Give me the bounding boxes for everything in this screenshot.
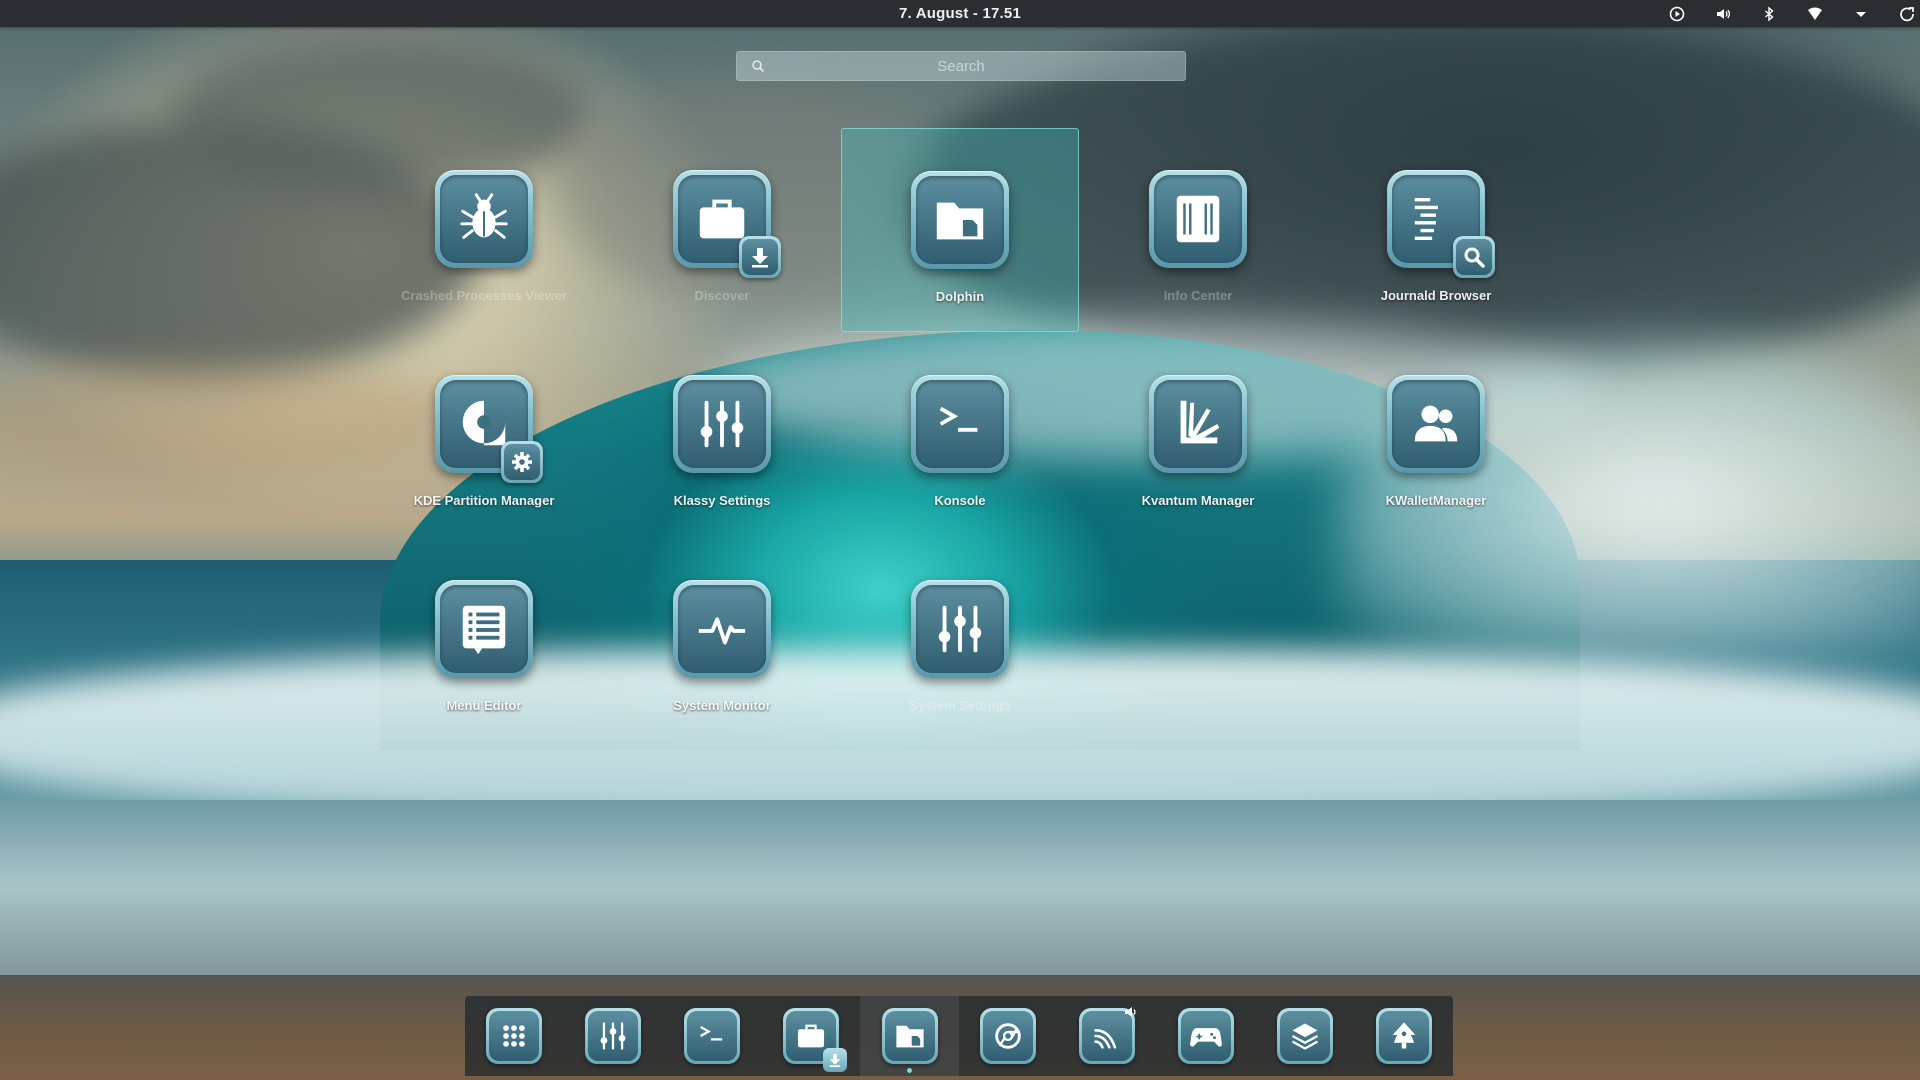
sliders-icon bbox=[585, 1008, 642, 1064]
power-icon[interactable] bbox=[1893, 0, 1920, 27]
app-label: System Monitor bbox=[673, 698, 771, 713]
app-item-konsole[interactable]: Konsole bbox=[841, 333, 1079, 537]
app-icon-tile bbox=[435, 580, 533, 678]
pulse-icon bbox=[678, 585, 766, 673]
wifi-icon[interactable] bbox=[1801, 0, 1828, 27]
dock-item-konsole[interactable] bbox=[663, 996, 762, 1076]
app-icon-tile bbox=[1149, 170, 1247, 268]
app-label: Dolphin bbox=[935, 289, 985, 304]
app-icon-tile bbox=[435, 375, 543, 483]
app-label: Konsole bbox=[934, 493, 986, 508]
layers-icon bbox=[1276, 1008, 1333, 1064]
grid-icon bbox=[486, 1008, 543, 1064]
rocket-icon bbox=[1375, 1008, 1432, 1064]
app-item-system-settings[interactable]: System Settings bbox=[841, 538, 1079, 742]
users-icon bbox=[1392, 380, 1480, 468]
dock-item-launcher[interactable] bbox=[1354, 996, 1453, 1076]
app-item-system-monitor[interactable]: System Monitor bbox=[603, 538, 841, 742]
dock-item-klassy-settings[interactable] bbox=[564, 996, 663, 1076]
magnifier-icon bbox=[1453, 236, 1495, 278]
app-icon-tile bbox=[673, 375, 771, 473]
app-label: Crashed Processes Viewer bbox=[401, 288, 567, 303]
dock bbox=[465, 996, 1453, 1076]
app-icon-tile bbox=[1387, 170, 1495, 278]
app-icon-tile bbox=[673, 170, 781, 278]
app-label: System Settings bbox=[909, 698, 1011, 713]
sliders-icon bbox=[916, 585, 1004, 673]
clock[interactable]: 7. August - 17.51 bbox=[899, 5, 1021, 22]
app-icon-tile bbox=[1149, 375, 1247, 473]
app-item-kwalletmanager[interactable]: KWalletManager bbox=[1317, 333, 1555, 537]
dock-item-dolphin[interactable] bbox=[860, 996, 959, 1076]
download-icon bbox=[739, 236, 781, 278]
app-label: Info Center bbox=[1163, 288, 1233, 303]
dock-item-games[interactable] bbox=[1157, 996, 1256, 1076]
app-icon-tile bbox=[911, 580, 1009, 678]
chromium-icon bbox=[980, 1008, 1037, 1064]
app-item-info-center[interactable]: Info Center bbox=[1079, 128, 1317, 332]
bug-icon bbox=[440, 175, 528, 263]
gamepad-icon bbox=[1177, 1008, 1234, 1064]
download-icon bbox=[822, 1048, 847, 1072]
kvantum-icon bbox=[1154, 380, 1242, 468]
app-item-klassy-settings[interactable]: Klassy Settings bbox=[603, 333, 841, 537]
folder-icon bbox=[881, 1008, 938, 1064]
app-item-crashed-processes-viewer[interactable]: Crashed Processes Viewer bbox=[365, 128, 603, 332]
terminal-icon bbox=[916, 380, 1004, 468]
sliders-icon bbox=[678, 380, 766, 468]
app-label: KDE Partition Manager bbox=[413, 493, 555, 508]
volume-icon[interactable] bbox=[1709, 0, 1736, 27]
app-item-discover[interactable]: Discover bbox=[603, 128, 841, 332]
app-icon-tile bbox=[673, 580, 771, 678]
volume-icon bbox=[1123, 1004, 1139, 1020]
app-icon-tile bbox=[435, 170, 533, 268]
app-item-menu-editor[interactable]: Menu Editor bbox=[365, 538, 603, 742]
gear-icon bbox=[501, 441, 543, 483]
menu-list-icon bbox=[440, 585, 528, 673]
running-indicator bbox=[907, 1068, 913, 1073]
bluetooth-icon[interactable] bbox=[1755, 0, 1782, 27]
app-icon-tile bbox=[1387, 375, 1485, 473]
app-item-dolphin[interactable]: Dolphin bbox=[841, 128, 1079, 332]
dock-item-layers[interactable] bbox=[1255, 996, 1354, 1076]
briefcase-icon bbox=[782, 1008, 847, 1072]
app-grid: Crashed Processes Viewer Discover Dolphin I… bbox=[0, 0, 1920, 1080]
app-label: Discover bbox=[694, 288, 750, 303]
app-label: KWalletManager bbox=[1385, 493, 1487, 508]
app-icon-tile bbox=[911, 171, 1009, 269]
dock-item-discover[interactable] bbox=[761, 996, 860, 1076]
app-item-kvantum-manager[interactable]: Kvantum Manager bbox=[1079, 333, 1317, 537]
terminal-icon bbox=[684, 1008, 740, 1064]
app-label: Klassy Settings bbox=[673, 493, 771, 508]
app-item-kde-partition-manager[interactable]: KDE Partition Manager bbox=[365, 333, 603, 537]
system-tray bbox=[1644, 0, 1920, 27]
media-play-icon[interactable] bbox=[1663, 0, 1690, 27]
app-icon-tile bbox=[911, 375, 1009, 473]
dock-item-app-grid[interactable] bbox=[465, 996, 564, 1076]
folder-icon bbox=[916, 176, 1004, 264]
app-label: Journald Browser bbox=[1380, 288, 1492, 303]
dock-item-audio-player[interactable] bbox=[1058, 996, 1157, 1076]
top-panel: 7. August - 17.51 bbox=[0, 0, 1920, 27]
app-item-journald-browser[interactable]: Journald Browser bbox=[1317, 128, 1555, 332]
chevron-down-icon[interactable] bbox=[1847, 0, 1874, 27]
dock-item-chromium[interactable] bbox=[959, 996, 1058, 1076]
app-label: Kvantum Manager bbox=[1141, 493, 1255, 508]
info-center-icon bbox=[1154, 175, 1242, 263]
app-label: Menu Editor bbox=[446, 698, 522, 713]
